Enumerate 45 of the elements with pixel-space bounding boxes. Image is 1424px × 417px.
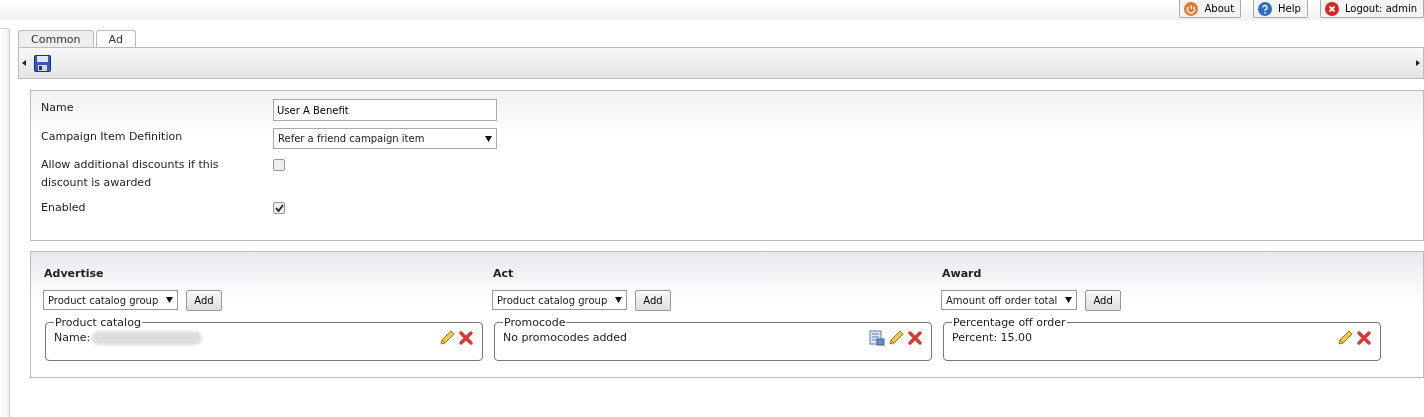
tab[interactable]: Common (18, 30, 94, 47)
save-icon[interactable] (34, 54, 51, 72)
dropdown-arrow-icon (615, 297, 623, 303)
section-title: Advertise (44, 266, 105, 282)
checkbox[interactable] (273, 159, 285, 171)
tab[interactable]: Ad (95, 30, 136, 47)
add-button[interactable]: Add (635, 289, 671, 311)
delete-icon[interactable] (458, 329, 474, 346)
scroll-right-icon[interactable] (1416, 60, 1420, 66)
pencil-icon[interactable] (1337, 329, 1353, 346)
power-icon (1184, 1, 1199, 16)
dropdown[interactable]: Amount off order total (941, 290, 1078, 310)
item-text: Percent: 15.00 (952, 329, 1033, 346)
dropdown-arrow-icon (1065, 297, 1073, 303)
name-input[interactable]: User A Benefit (273, 99, 497, 121)
field-label: Enabled (41, 200, 87, 216)
pencil-icon[interactable] (439, 329, 455, 346)
about-button[interactable]: About (1179, 0, 1242, 18)
logout-button[interactable]: Logout: admin (1319, 0, 1424, 18)
dropdown-arrow-icon (485, 135, 492, 142)
dropdown-arrow-icon (166, 297, 174, 303)
field-label: Allow additional discounts if this discount is awarded (41, 157, 220, 191)
box-legend: Percentage off order (952, 316, 1067, 328)
item-text: Name: (54, 329, 91, 346)
dropdown[interactable]: Product catalog group (492, 290, 628, 310)
field-label: Campaign Item Definition (41, 129, 184, 145)
dropdown[interactable]: Product catalog group (43, 290, 179, 310)
scroll-left-icon[interactable] (22, 60, 26, 66)
delete-icon[interactable] (1356, 329, 1372, 346)
box-legend: Product catalog (54, 316, 142, 328)
section-title: Award (942, 266, 983, 282)
box-legend: Promocode (503, 316, 567, 328)
pencil-icon[interactable] (888, 329, 904, 346)
checkbox[interactable] (273, 202, 285, 214)
list-icon[interactable] (869, 329, 885, 346)
delete-icon[interactable] (907, 329, 923, 346)
field-label: Name (41, 100, 75, 116)
help-button[interactable]: Help (1253, 0, 1308, 18)
help-icon (1258, 1, 1273, 16)
close-icon (1324, 1, 1339, 16)
dropdown[interactable]: Refer a friend campaign item (273, 128, 497, 149)
add-button[interactable]: Add (186, 289, 222, 311)
item-text: No promocodes added (503, 329, 628, 346)
add-button[interactable]: Add (1085, 289, 1121, 311)
section-title: Act (493, 266, 515, 282)
